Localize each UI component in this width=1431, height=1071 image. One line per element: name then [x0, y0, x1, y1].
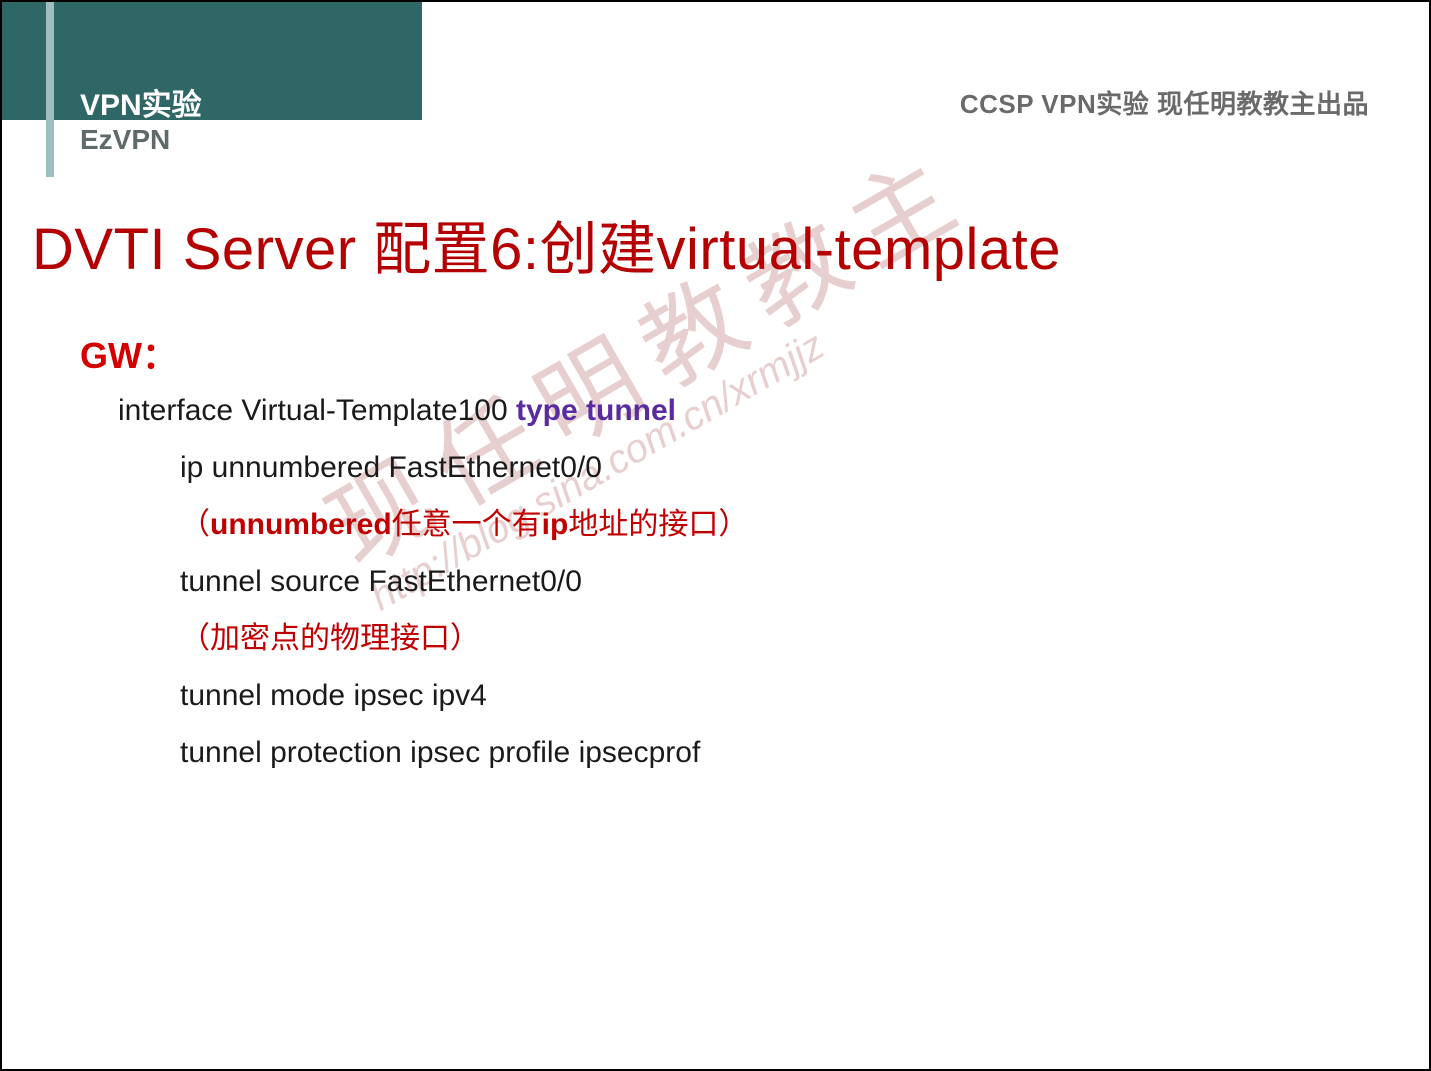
txt: 任意一个有: [392, 508, 542, 541]
txt: 地址的接口）: [568, 508, 748, 541]
config-text: interface Virtual-Template100: [118, 394, 516, 427]
header-subtitle: EzVPN: [80, 124, 170, 156]
config-line-7: tunnel protection ipsec profile ipsecpro…: [118, 724, 748, 781]
config-line-6: tunnel mode ipsec ipv4: [118, 667, 748, 724]
paren-open: （: [180, 508, 210, 541]
kw-ip: ip: [542, 508, 569, 541]
config-line-3: （unnumbered任意一个有ip地址的接口）: [118, 496, 748, 553]
slide: VPN实验 EzVPN CCSP VPN实验 现任明教教主出品 现任明教教主 h…: [0, 0, 1431, 1071]
slide-credit: CCSP VPN实验 现任明教教主出品: [960, 84, 1369, 121]
config-line-4: tunnel source FastEthernet0/0: [118, 553, 748, 610]
slide-title: DVTI Server 配置6:创建virtual-template: [32, 202, 1061, 286]
header-block: [2, 2, 422, 120]
config-line-5: （加密点的物理接口）: [118, 610, 748, 667]
config-line-1: interface Virtual-Template100 type tunne…: [118, 382, 748, 439]
config-line-2: ip unnumbered FastEthernet0/0: [118, 439, 748, 496]
kw-unnumbered: unnumbered: [210, 508, 392, 541]
header-title: VPN实验: [80, 80, 202, 124]
config-block: interface Virtual-Template100 type tunne…: [118, 382, 748, 781]
gw-label: GW：: [80, 327, 178, 379]
accent-bar: [46, 2, 54, 177]
keyword-type-tunnel: type tunnel: [516, 394, 676, 427]
